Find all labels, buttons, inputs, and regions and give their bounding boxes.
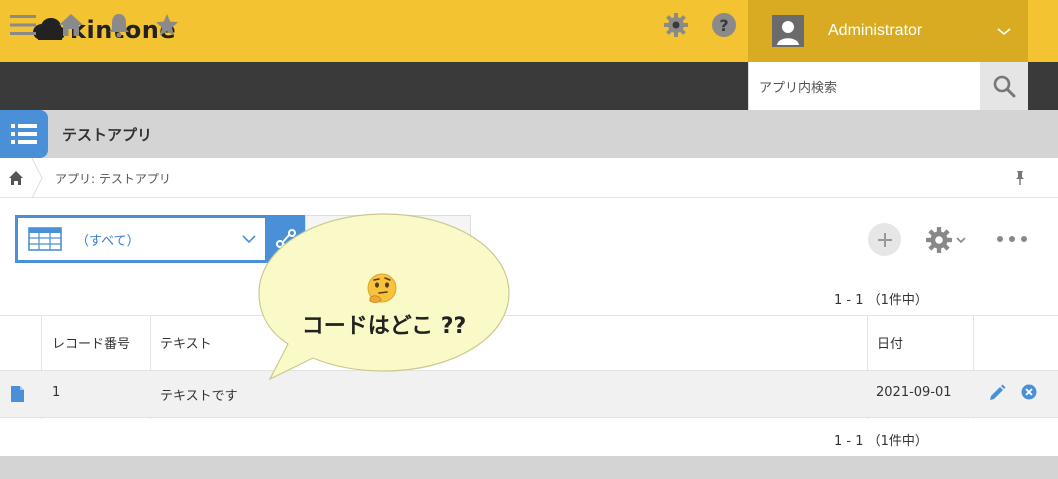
column-header-record-number[interactable]: レコード番号 — [52, 333, 130, 352]
app-header — [0, 110, 1058, 158]
breadcrumb-separator — [31, 158, 43, 198]
user-menu[interactable]: Administrator — [748, 0, 1028, 62]
app-settings-button[interactable] — [925, 226, 971, 254]
bell-notification-icon[interactable] — [106, 12, 132, 38]
add-record-button[interactable] — [868, 223, 901, 256]
cell-record-number: 1 — [52, 385, 61, 400]
svg-text:?: ? — [719, 16, 728, 35]
view-selected-label: （すべて） — [76, 233, 140, 249]
delete-close-icon[interactable] — [1021, 384, 1037, 400]
plus-icon — [877, 232, 892, 247]
user-name: Administrator — [828, 22, 923, 39]
search-icon — [993, 75, 1016, 98]
dot-icon — [1009, 236, 1015, 242]
dot-icon — [997, 236, 1003, 242]
edit-pencil-icon[interactable] — [988, 384, 1006, 402]
speech-bubble-text: コードはどこ ?? — [301, 314, 467, 339]
avatar — [772, 15, 804, 47]
dot-icon — [1021, 236, 1027, 242]
hamburger-menu-icon[interactable] — [10, 12, 36, 38]
column-header-text[interactable]: テキスト — [160, 333, 212, 352]
chevron-down-icon — [956, 237, 966, 244]
app-search-input[interactable]: アプリ内検索 — [748, 62, 980, 110]
cell-text: テキストです — [160, 389, 238, 404]
user-silhouette-icon — [777, 21, 799, 45]
pager-top: 1 - 1 （1件中） — [834, 293, 928, 308]
home-icon[interactable] — [58, 12, 84, 38]
gear-settings-icon[interactable] — [663, 12, 689, 38]
app-title: テストアプリ — [62, 126, 153, 144]
chevron-down-icon — [997, 28, 1011, 36]
home-icon[interactable] — [8, 170, 24, 186]
help-question-icon[interactable]: ? — [711, 12, 737, 38]
more-options-button[interactable] — [997, 232, 1027, 246]
column-header-date[interactable]: 日付 — [877, 333, 903, 352]
view-dropdown[interactable]: （すべて） — [15, 215, 268, 263]
cell-date: 2021-09-01 — [876, 385, 952, 400]
table-view-icon — [28, 227, 62, 251]
pager-bottom: 1 - 1 （1件中） — [834, 434, 928, 449]
gear-icon — [926, 227, 952, 253]
thinking-face-icon — [367, 273, 397, 303]
star-favorites-icon[interactable] — [154, 12, 180, 38]
record-detail-icon[interactable] — [11, 386, 24, 402]
app-list-icon[interactable] — [0, 110, 48, 158]
search-placeholder: アプリ内検索 — [759, 80, 838, 96]
footer-band — [0, 456, 1058, 479]
search-button[interactable] — [980, 62, 1028, 110]
breadcrumb-app-link[interactable]: アプリ: テストアプリ — [55, 170, 171, 187]
pin-icon[interactable] — [1012, 170, 1028, 186]
